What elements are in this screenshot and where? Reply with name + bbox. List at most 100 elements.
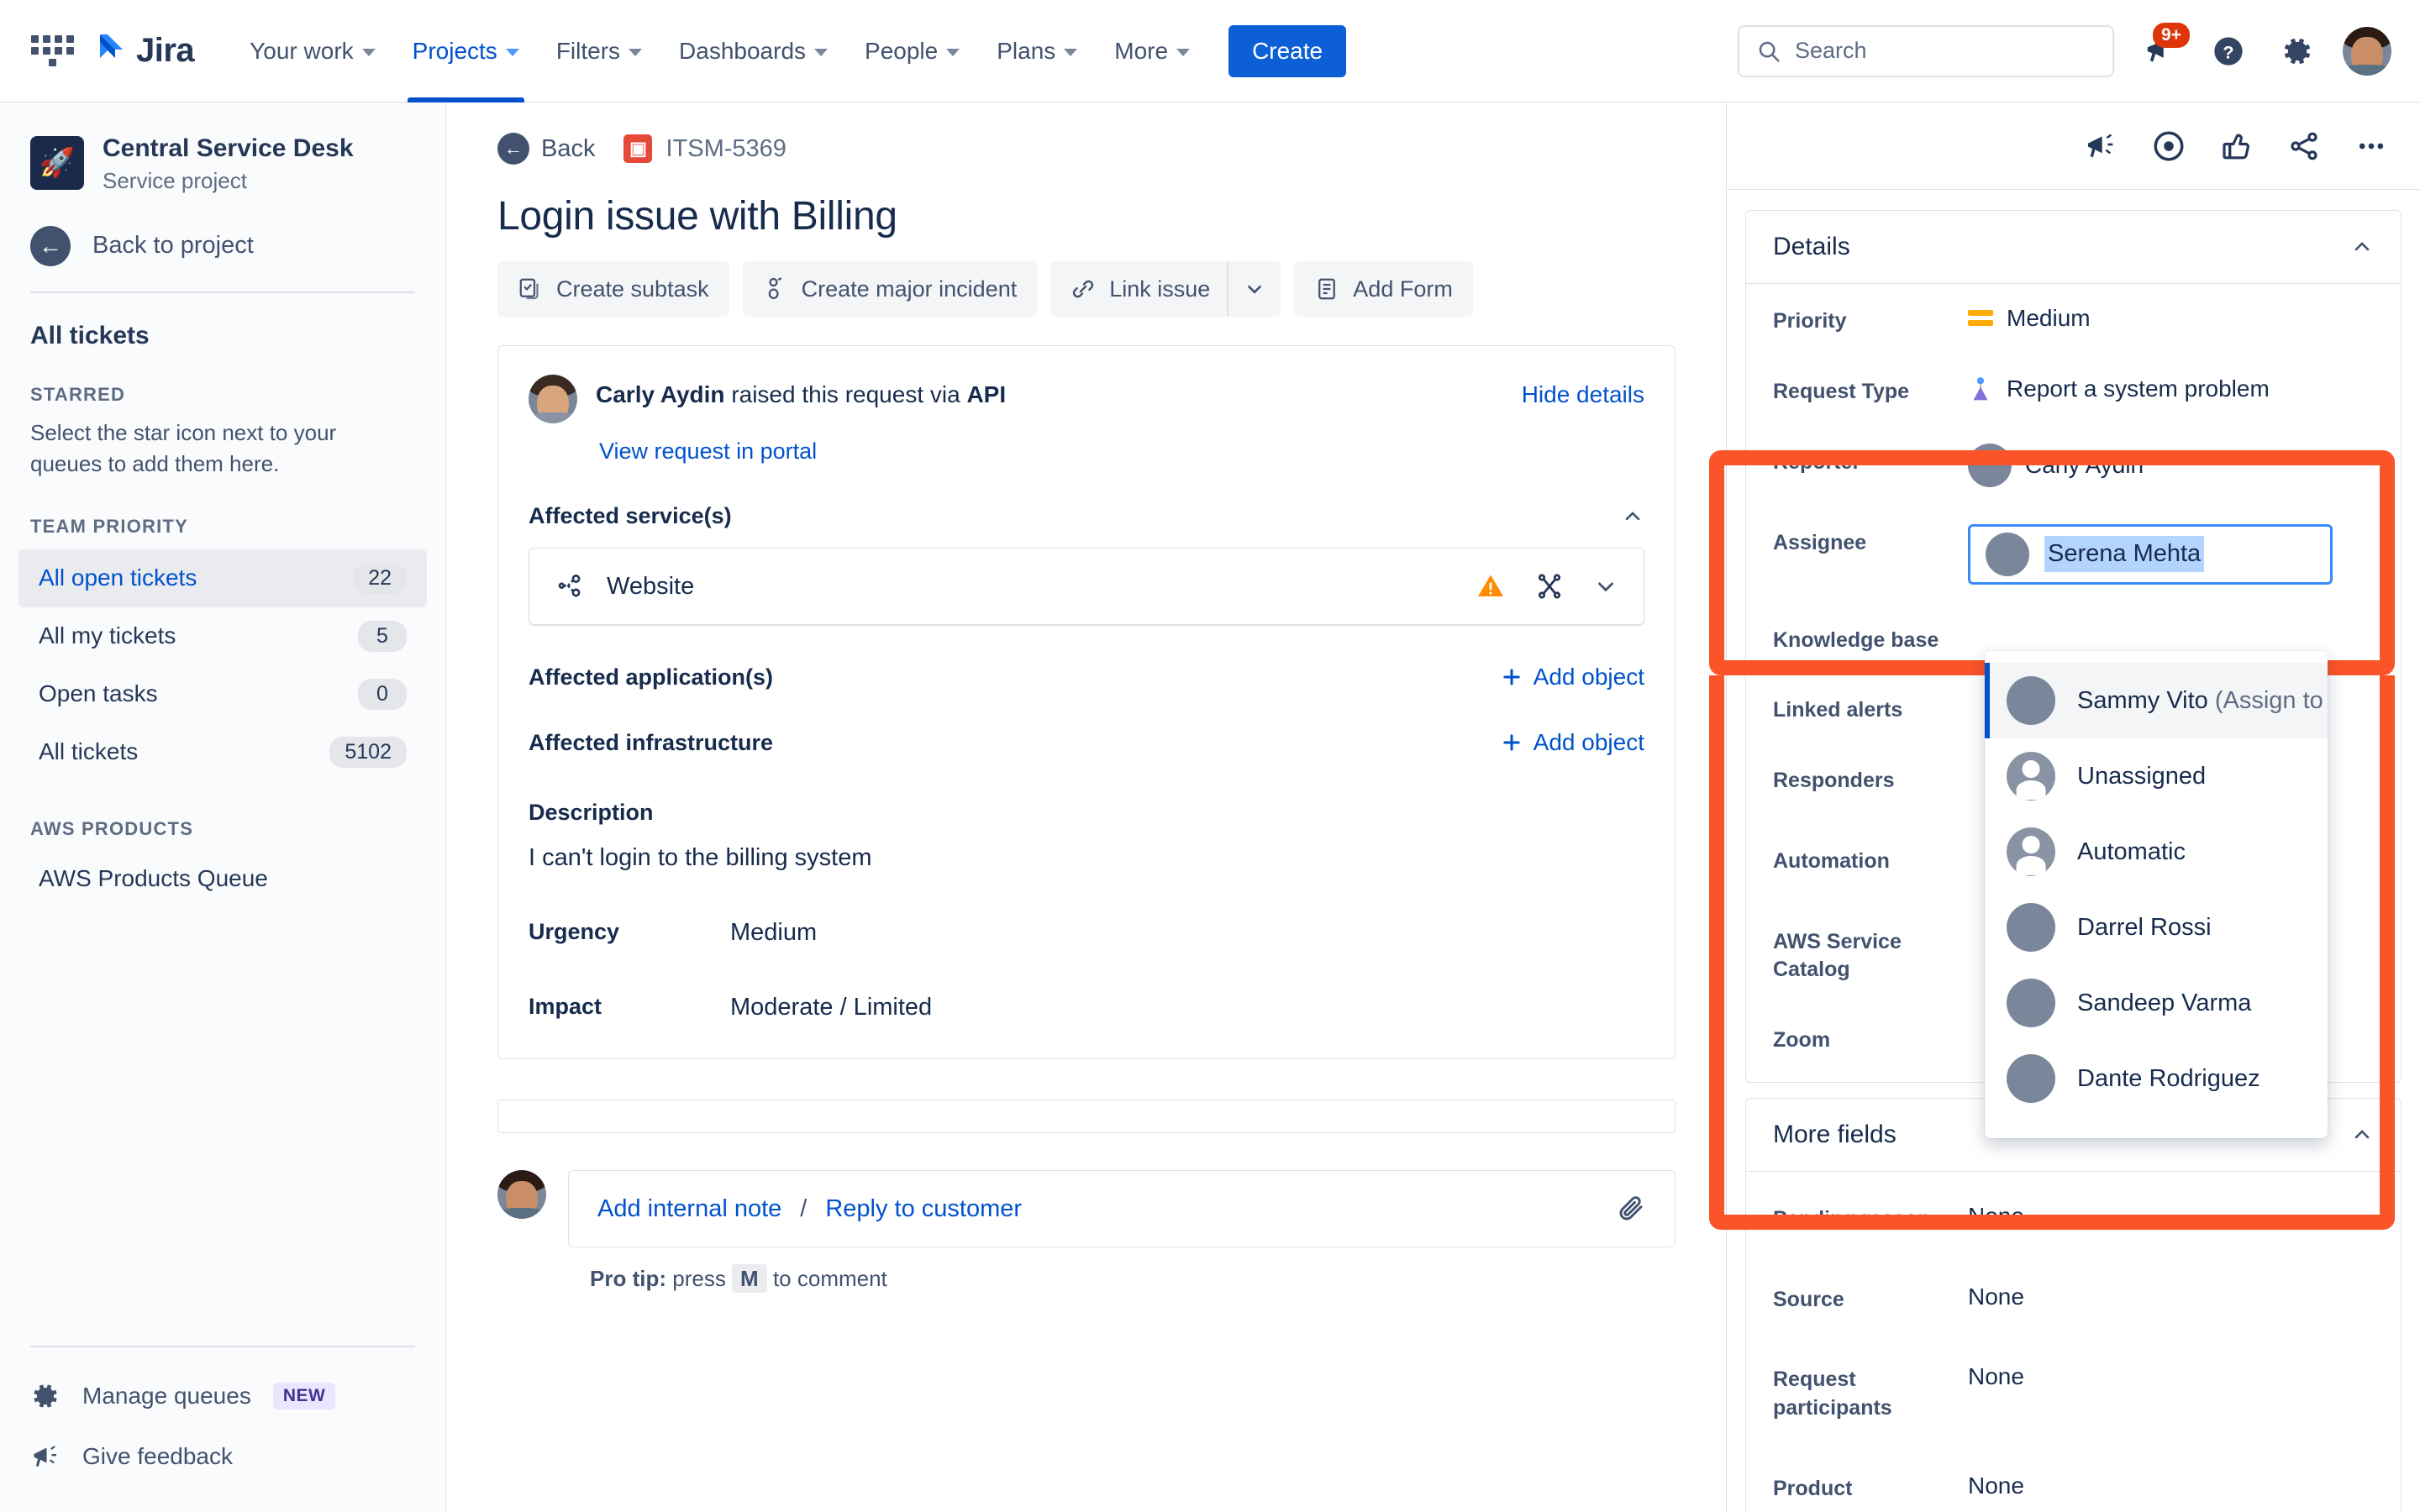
assignee-option-sandeep-varma[interactable]: Sandeep Varma — [1985, 965, 2328, 1041]
option-suffix: (Assign to — [2207, 686, 2323, 714]
more-actions-icon[interactable] — [2354, 129, 2388, 163]
sidebar-queue-aws-products[interactable]: AWS Products Queue — [18, 852, 427, 906]
help-button[interactable]: ? — [2205, 28, 2252, 75]
back-to-project-link[interactable]: ← Back to project — [0, 211, 445, 291]
field-value-container[interactable]: Carly Aydin — [1968, 443, 2374, 487]
sidebar-queue-open-tasks[interactable]: Open tasks 0 — [18, 665, 427, 723]
details-panel-header[interactable]: Details — [1746, 211, 2401, 284]
create-major-incident-button[interactable]: Create major incident — [742, 261, 1038, 317]
field-value[interactable]: None — [1968, 1200, 2374, 1232]
details-title: Details — [1773, 233, 1850, 260]
arrow-left-icon: ← — [497, 133, 529, 165]
chevron-down-icon — [505, 48, 519, 56]
like-thumbs-up-icon[interactable] — [2220, 129, 2254, 163]
view-request-in-portal-link[interactable]: View request in portal — [599, 438, 1644, 465]
assignee-input[interactable]: Serena Mehta — [1968, 523, 2333, 585]
reply-to-customer-link[interactable]: Reply to customer — [825, 1195, 1022, 1223]
warning-icon[interactable] — [1476, 571, 1506, 601]
queue-count: 5 — [358, 620, 407, 652]
issue-action-bar: Create subtask Create major incident Lin… — [497, 261, 1676, 317]
jira-logo-text: Jira — [136, 32, 195, 69]
assignee-option-dante-rodriguez[interactable]: Dante Rodriguez — [1985, 1041, 2328, 1116]
priority-medium-icon — [1968, 310, 1993, 327]
request-raised-row: Carly Aydin raised this request via API … — [529, 375, 1644, 423]
sidebar-queue-all-my-tickets[interactable]: All my tickets 5 — [18, 607, 427, 665]
search-input[interactable]: Search — [1738, 24, 2114, 77]
breadcrumb: ← Back ▣ ITSM-5369 — [497, 133, 1676, 165]
settings-gear-icon[interactable] — [2274, 28, 2321, 75]
link-issue-button[interactable]: Link issue — [1050, 261, 1228, 317]
nav-item-people[interactable]: People — [846, 0, 978, 102]
field-label: AWS Service Catalog — [1773, 929, 1902, 982]
give-feedback-label: Give feedback — [82, 1443, 233, 1469]
nav-item-your-work[interactable]: Your work — [231, 0, 393, 102]
attachment-paperclip-icon[interactable] — [1616, 1194, 1646, 1224]
nav-item-projects[interactable]: Projects — [394, 0, 538, 102]
add-object-button-infrastructure[interactable]: Add object — [1500, 729, 1644, 756]
reporter-avatar[interactable] — [529, 375, 577, 423]
field-value[interactable]: None — [1968, 1361, 2374, 1393]
reporter-name: Carly Aydin — [596, 381, 725, 407]
more-fields-panel: More fields Pending reason None Source N… — [1745, 1097, 2402, 1512]
queue-label: Open tasks — [39, 680, 158, 707]
chevron-down-icon[interactable] — [1593, 574, 1618, 599]
assignee-option-sammy-vito[interactable]: Sammy Vito (Assign to — [1985, 663, 2328, 738]
give-feedback-link[interactable]: Give feedback — [0, 1426, 445, 1487]
project-header[interactable]: 🚀 Central Service Desk Service project — [0, 102, 445, 211]
field-value-container[interactable]: Medium — [1968, 302, 2374, 334]
watch-eye-icon[interactable] — [2151, 129, 2186, 164]
field-value[interactable]: None — [1968, 1281, 2374, 1313]
nav-item-dashboards[interactable]: Dashboards — [660, 0, 846, 102]
megaphone-icon[interactable] — [2084, 129, 2118, 163]
chevron-down-icon — [946, 48, 960, 56]
jira-logo[interactable]: Jira — [89, 32, 195, 70]
link-issue-dropdown-button[interactable] — [1227, 261, 1281, 317]
assignee-option-darrel-rossi[interactable]: Darrel Rossi — [1985, 890, 2328, 965]
assignee-option-unassigned[interactable]: Unassigned — [1985, 738, 2328, 814]
nav-item-filters[interactable]: Filters — [538, 0, 660, 102]
option-label: Automatic — [2077, 837, 2186, 865]
field-value-container[interactable]: Report a system problem — [1968, 373, 2374, 405]
queue-label: AWS Products Queue — [39, 864, 268, 891]
top-nav-right-group: Search 9+ ? — [1738, 22, 2391, 77]
sidebar-queue-all-open-tickets[interactable]: All open tickets 22 — [18, 549, 427, 607]
nav-item-plans[interactable]: Plans — [978, 0, 1096, 102]
field-value-container: Serena Mehta — [1968, 523, 2374, 585]
share-icon[interactable] — [2287, 129, 2321, 163]
assignee-option-automatic[interactable]: Automatic — [1985, 814, 2328, 890]
comment-composer: Add internal note / Reply to customer — [497, 1170, 1676, 1247]
comment-input-field[interactable]: Add internal note / Reply to customer — [568, 1170, 1676, 1247]
gear-icon — [30, 1381, 60, 1411]
field-label: Product — [1773, 1476, 1853, 1500]
create-button[interactable]: Create — [1228, 24, 1347, 77]
notifications-button[interactable]: 9+ — [2136, 22, 2190, 75]
field-value[interactable]: None — [1968, 1470, 2374, 1502]
dependency-graph-icon[interactable] — [1534, 571, 1565, 601]
add-form-button[interactable]: Add Form — [1294, 261, 1473, 317]
create-subtask-button[interactable]: Create subtask — [497, 261, 729, 317]
sidebar-queue-all-tickets[interactable]: All tickets 5102 — [18, 723, 427, 781]
sidebar-footer-divider — [30, 1346, 415, 1347]
manage-queues-link[interactable]: Manage queues NEW — [0, 1366, 445, 1426]
request-raised-text: Carly Aydin raised this request via API — [596, 375, 1006, 408]
chevron-up-icon[interactable] — [2350, 235, 2374, 259]
affected-service-item[interactable]: Website — [529, 548, 1644, 625]
nav-item-more[interactable]: More — [1096, 0, 1208, 102]
impact-value[interactable]: Moderate / Limited — [730, 994, 932, 1021]
chevron-up-icon[interactable] — [2350, 1123, 2374, 1147]
app-switcher-icon[interactable] — [29, 28, 76, 75]
chevron-down-icon — [1064, 48, 1078, 56]
chevron-up-icon[interactable] — [1621, 505, 1644, 528]
button-label: Add Form — [1353, 276, 1453, 302]
urgency-value[interactable]: Medium — [730, 919, 817, 947]
issue-key-link[interactable]: ▣ ITSM-5369 — [623, 134, 786, 163]
user-avatar[interactable] — [2343, 26, 2391, 76]
hide-details-link[interactable]: Hide details — [1522, 375, 1644, 408]
service-item-icons — [1476, 571, 1618, 601]
affected-applications-header: Affected application(s) Add object — [529, 664, 1644, 690]
add-internal-note-link[interactable]: Add internal note — [597, 1195, 781, 1223]
add-object-button-applications[interactable]: Add object — [1500, 664, 1644, 690]
starred-caption: STARRED — [30, 383, 126, 405]
back-button[interactable]: ← Back — [497, 133, 595, 165]
description-value[interactable]: I can't login to the billing system — [529, 844, 1644, 872]
